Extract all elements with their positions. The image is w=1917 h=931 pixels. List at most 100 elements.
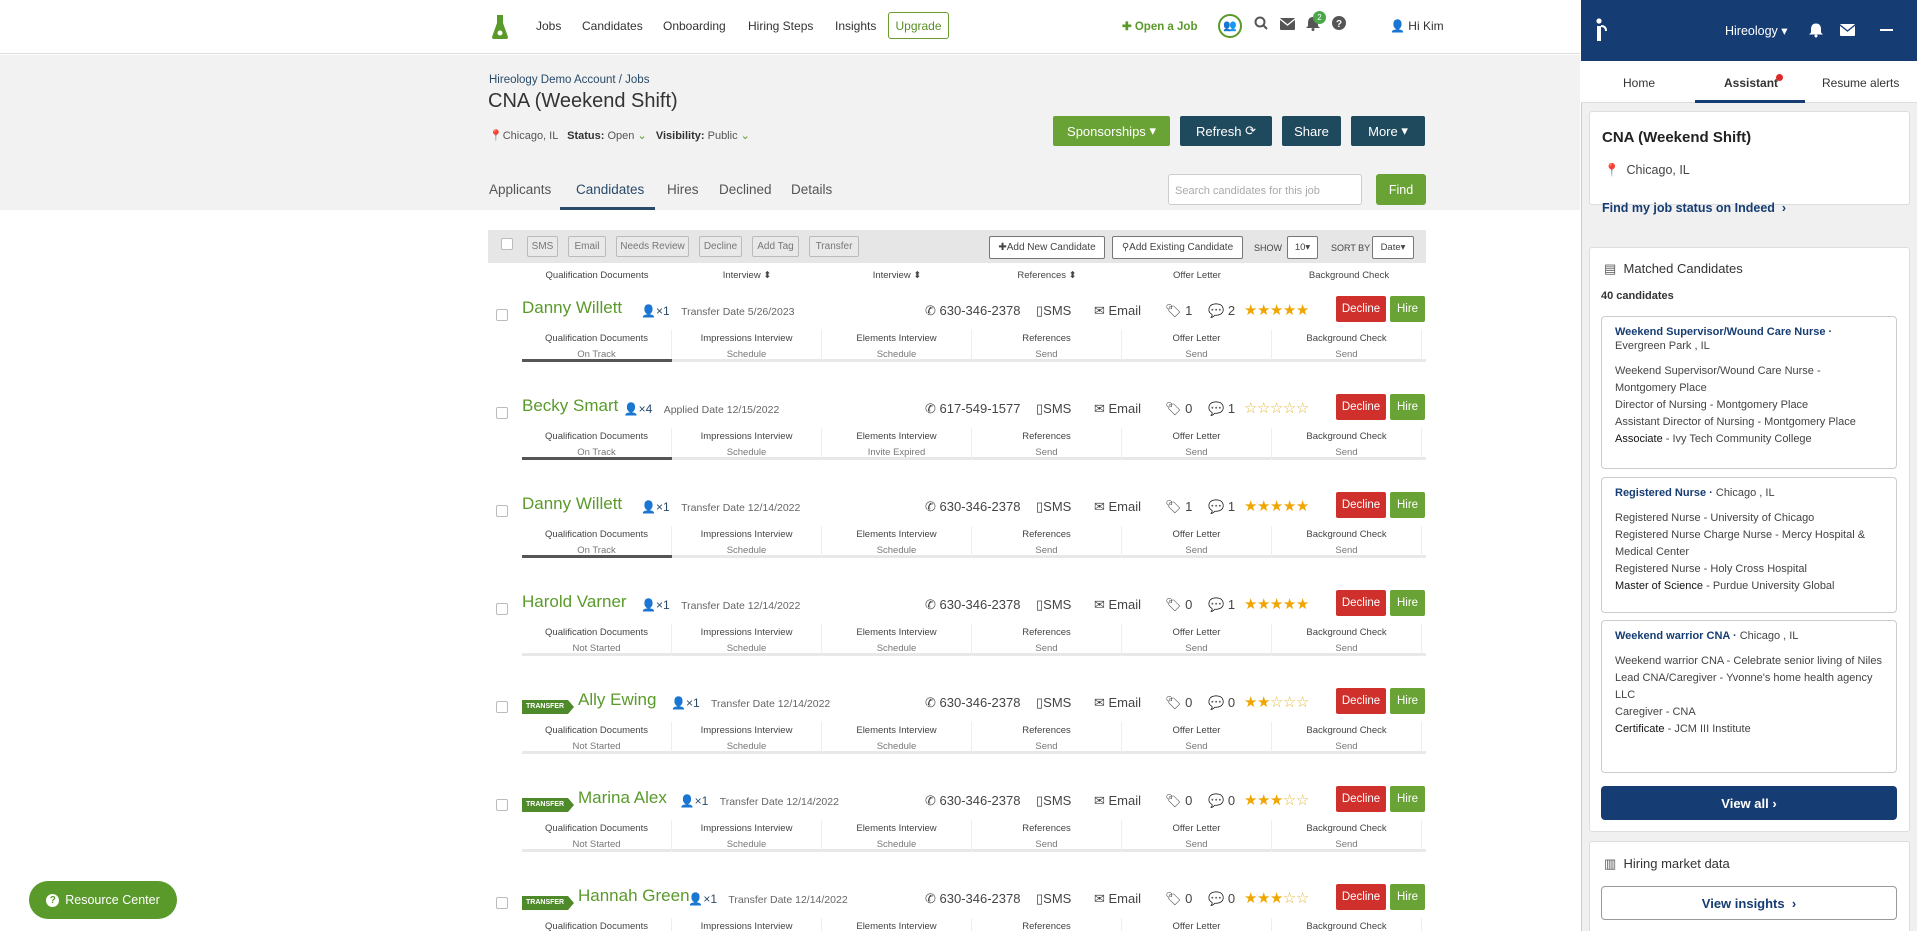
- hire-button[interactable]: Hire: [1390, 688, 1425, 714]
- panel-tab-assistant[interactable]: Assistant: [1724, 76, 1778, 90]
- hiring-step[interactable]: Impressions Interview: [672, 918, 822, 931]
- hiring-step[interactable]: Elements Interview Schedule: [822, 624, 972, 656]
- hiring-step[interactable]: Offer Letter Send: [1122, 624, 1272, 656]
- tags-count[interactable]: 🏷 0: [1165, 793, 1192, 809]
- hire-button[interactable]: Hire: [1390, 590, 1425, 616]
- email-button[interactable]: ✉ Email: [1094, 695, 1141, 711]
- comments-count[interactable]: 💬 0: [1208, 891, 1235, 907]
- hiring-step[interactable]: Elements Interview Schedule: [822, 330, 972, 362]
- row-checkbox[interactable]: [496, 407, 508, 419]
- comments-count[interactable]: 💬 1: [1208, 499, 1235, 515]
- email-button[interactable]: ✉ Email: [1094, 401, 1141, 417]
- row-checkbox[interactable]: [496, 505, 508, 517]
- bulk-sms-button[interactable]: SMS: [527, 236, 558, 257]
- application-count[interactable]: 👤×1: [641, 304, 670, 318]
- candidate-name[interactable]: Danny Willett: [522, 298, 622, 318]
- tab-hires[interactable]: Hires: [667, 182, 699, 197]
- search-icon[interactable]: [1252, 16, 1270, 34]
- candidate-name[interactable]: Marina Alex: [578, 788, 667, 808]
- more-button[interactable]: More ▾: [1351, 116, 1425, 146]
- email-button[interactable]: ✉ Email: [1094, 597, 1141, 613]
- hiring-step[interactable]: Qualification Documents Not Started: [522, 624, 672, 656]
- needs-review-button[interactable]: Needs Review: [616, 236, 689, 257]
- hiring-step[interactable]: Offer Letter Send: [1122, 820, 1272, 852]
- match-card[interactable]: Weekend warrior CNA · Chicago , IL Weeke…: [1601, 620, 1897, 773]
- decline-button[interactable]: Decline: [1336, 492, 1386, 518]
- match-title[interactable]: Registered Nurse: [1615, 487, 1706, 499]
- hiring-step[interactable]: Qualification Documents Not Started: [522, 722, 672, 754]
- tags-count[interactable]: 🏷 1: [1165, 303, 1192, 319]
- sms-button[interactable]: ▯SMS: [1036, 891, 1071, 907]
- decline-button[interactable]: Decline: [1336, 786, 1386, 812]
- people-icon[interactable]: 👥: [1218, 14, 1242, 38]
- phone-number[interactable]: ✆ 630-346-2378: [925, 793, 1020, 809]
- sms-button[interactable]: ▯SMS: [1036, 597, 1071, 613]
- phone-number[interactable]: ✆ 630-346-2378: [925, 695, 1020, 711]
- application-count[interactable]: 👤×1: [688, 892, 717, 906]
- application-count[interactable]: 👤×1: [680, 794, 709, 808]
- tags-count[interactable]: 🏷 1: [1165, 499, 1192, 515]
- tab-applicants[interactable]: Applicants: [489, 182, 551, 197]
- match-card[interactable]: Registered Nurse · Chicago , IL Register…: [1601, 477, 1897, 613]
- resource-center-button[interactable]: ? Resource Center: [29, 881, 177, 919]
- transfer-button[interactable]: Transfer: [809, 236, 859, 257]
- mail-icon[interactable]: [1278, 16, 1296, 34]
- match-card[interactable]: Weekend Supervisor/Wound Care Nurse · Ev…: [1601, 316, 1897, 469]
- sort-by-select[interactable]: Date ▾: [1372, 236, 1414, 259]
- hiring-step[interactable]: Offer Letter Send: [1122, 428, 1272, 460]
- tab-candidates[interactable]: Candidates: [576, 182, 644, 197]
- hiring-step[interactable]: Impressions Interview Schedule: [672, 526, 822, 558]
- email-button[interactable]: ✉ Email: [1094, 891, 1141, 907]
- hiring-step[interactable]: Background Check Send: [1272, 624, 1422, 656]
- hiring-step[interactable]: Elements Interview Schedule: [822, 820, 972, 852]
- hiring-step[interactable]: References Send: [972, 624, 1122, 656]
- phone-number[interactable]: ✆ 630-346-2378: [925, 303, 1020, 319]
- hiring-step[interactable]: Qualification Documents On Track: [522, 526, 672, 558]
- hiring-step[interactable]: Offer Letter Send: [1122, 526, 1272, 558]
- hiring-step[interactable]: Background Check Send: [1272, 722, 1422, 754]
- view-insights-button[interactable]: View insights ›: [1601, 886, 1897, 920]
- hiring-step[interactable]: Offer Letter Send: [1122, 330, 1272, 362]
- comments-count[interactable]: 💬 2: [1208, 303, 1235, 319]
- hiring-step[interactable]: Elements Interview Invite Expired: [822, 428, 972, 460]
- hiring-step[interactable]: Elements Interview: [822, 918, 972, 931]
- hiring-step[interactable]: Impressions Interview Schedule: [672, 722, 822, 754]
- hire-button[interactable]: Hire: [1390, 492, 1425, 518]
- candidate-name[interactable]: Becky Smart: [522, 396, 618, 416]
- indeed-status-link[interactable]: Find my job status on Indeed ›: [1602, 201, 1786, 215]
- panel-bell-icon[interactable]: [1809, 22, 1823, 38]
- rating-stars[interactable]: ★★★★★: [1244, 595, 1309, 613]
- hiring-step[interactable]: Background Check Send: [1272, 330, 1422, 362]
- hiring-step[interactable]: Qualification Documents On Track: [522, 428, 672, 460]
- sms-button[interactable]: ▯SMS: [1036, 303, 1071, 319]
- refresh-button[interactable]: Refresh ⟳: [1180, 116, 1272, 146]
- col-header-qualification[interactable]: Qualification Documents: [522, 270, 672, 281]
- candidate-search-input[interactable]: Search candidates for this job: [1168, 174, 1362, 205]
- col-header-references[interactable]: References ⬍: [972, 270, 1122, 281]
- comments-count[interactable]: 💬 1: [1208, 597, 1235, 613]
- row-checkbox[interactable]: [496, 603, 508, 615]
- rating-stars[interactable]: ★★★☆☆: [1244, 889, 1309, 907]
- hiring-step[interactable]: Qualification Documents: [522, 918, 672, 931]
- application-count[interactable]: 👤×1: [671, 696, 700, 710]
- bulk-decline-button[interactable]: Decline: [699, 236, 742, 257]
- candidate-name[interactable]: Hannah Green: [578, 886, 690, 906]
- col-header-interview-1[interactable]: Interview ⬍: [672, 270, 822, 281]
- hiring-step[interactable]: Offer Letter: [1122, 918, 1272, 931]
- rating-stars[interactable]: ★★★★★: [1244, 301, 1309, 319]
- phone-number[interactable]: ✆ 630-346-2378: [925, 891, 1020, 907]
- help-icon[interactable]: ?: [1330, 16, 1348, 34]
- rating-stars[interactable]: ★★★★★: [1244, 497, 1309, 515]
- phone-number[interactable]: ✆ 617-549-1577: [925, 401, 1020, 417]
- email-button[interactable]: ✉ Email: [1094, 499, 1141, 515]
- sms-button[interactable]: ▯SMS: [1036, 793, 1071, 809]
- add-existing-candidate-button[interactable]: ⚲ Add Existing Candidate: [1112, 236, 1243, 259]
- share-button[interactable]: Share: [1282, 116, 1341, 146]
- candidate-name[interactable]: Harold Varner: [522, 592, 627, 612]
- hiring-step[interactable]: Qualification Documents Not Started: [522, 820, 672, 852]
- hiring-step[interactable]: References Send: [972, 820, 1122, 852]
- decline-button[interactable]: Decline: [1336, 394, 1386, 420]
- phone-number[interactable]: ✆ 630-346-2378: [925, 597, 1020, 613]
- nav-jobs[interactable]: Jobs: [536, 19, 561, 33]
- col-header-interview-2[interactable]: Interview ⬍: [822, 270, 972, 281]
